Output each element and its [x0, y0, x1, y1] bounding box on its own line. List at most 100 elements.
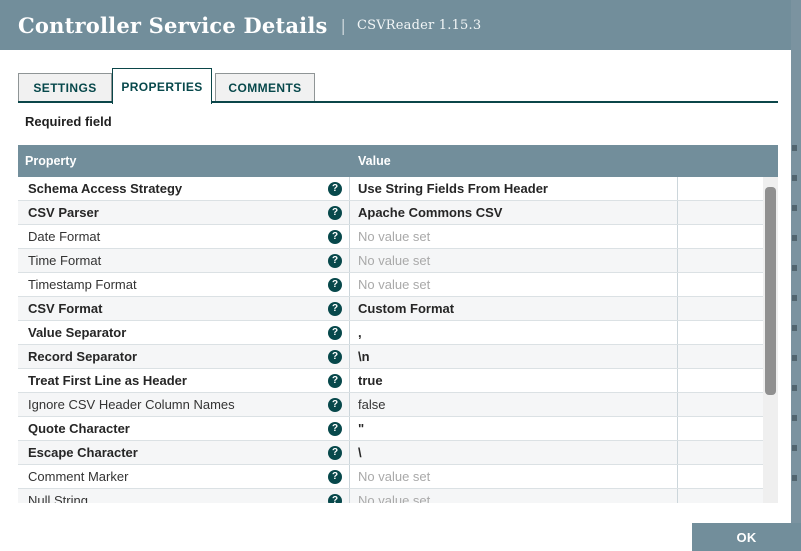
property-value: false [358, 397, 386, 412]
property-cell: Treat First Line as Header ? [18, 369, 350, 392]
tab-properties[interactable]: PROPERTIES [112, 68, 212, 104]
value-cell[interactable]: No value set [350, 465, 678, 488]
extra-cell [678, 225, 763, 248]
scrollbar-thumb[interactable] [765, 187, 776, 395]
property-cell: Ignore CSV Header Column Names ? [18, 393, 350, 416]
controller-service-details-dialog: Controller Service Details | CSVReader 1… [0, 0, 791, 551]
extra-cell [678, 393, 763, 416]
property-value: No value set [358, 229, 431, 244]
value-cell[interactable]: No value set [350, 273, 678, 296]
help-icon[interactable]: ? [328, 253, 342, 268]
dialog-header: Controller Service Details | CSVReader 1… [0, 0, 791, 50]
extra-cell [678, 417, 763, 440]
column-header-value: Value [358, 154, 391, 168]
backdrop-text-fragment [792, 325, 797, 331]
value-cell[interactable]: No value set [350, 489, 678, 503]
property-cell: Null String ? [18, 489, 350, 503]
property-cell: Record Separator ? [18, 345, 350, 368]
extra-cell [678, 465, 763, 488]
table-row[interactable]: Time Format ? No value set [18, 249, 763, 273]
help-icon[interactable]: ? [328, 373, 342, 388]
value-cell[interactable]: Custom Format [350, 297, 678, 320]
help-icon[interactable]: ? [328, 397, 342, 412]
table-row[interactable]: Date Format ? No value set [18, 225, 763, 249]
property-value: No value set [358, 493, 431, 503]
help-icon[interactable]: ? [328, 421, 342, 436]
extra-cell [678, 489, 763, 503]
property-name: CSV Format [28, 301, 103, 316]
extra-cell [678, 201, 763, 224]
help-icon[interactable]: ? [328, 469, 342, 484]
table-row[interactable]: Escape Character ? \ [18, 441, 763, 465]
property-cell: Schema Access Strategy ? [18, 177, 350, 200]
property-value: \n [358, 349, 370, 364]
table-header-row: Property Value [18, 145, 778, 177]
help-icon[interactable]: ? [328, 445, 342, 460]
value-cell[interactable]: No value set [350, 249, 678, 272]
property-name: Timestamp Format [28, 277, 137, 292]
value-cell[interactable]: No value set [350, 225, 678, 248]
property-cell: CSV Format ? [18, 297, 350, 320]
screenshot-root: Controller Service Details | CSVReader 1… [0, 0, 801, 551]
value-cell[interactable]: Apache Commons CSV [350, 201, 678, 224]
column-header-property: Property [25, 154, 77, 168]
dialog-title: Controller Service Details [18, 12, 328, 38]
table-row[interactable]: Value Separator ? , [18, 321, 763, 345]
backdrop-text-fragment [792, 175, 797, 181]
backdrop-text-fragment [792, 355, 797, 361]
help-icon[interactable]: ? [328, 493, 342, 503]
property-name: Escape Character [28, 445, 138, 460]
help-icon[interactable]: ? [328, 349, 342, 364]
help-icon[interactable]: ? [328, 181, 342, 196]
table-row[interactable]: Quote Character ? " [18, 417, 763, 441]
extra-cell [678, 273, 763, 296]
table-row[interactable]: Treat First Line as Header ? true [18, 369, 763, 393]
table-row[interactable]: CSV Format ? Custom Format [18, 297, 763, 321]
property-value: Use String Fields From Header [358, 181, 548, 196]
tab-settings[interactable]: SETTINGS [18, 73, 112, 102]
table-row[interactable]: Ignore CSV Header Column Names ? false [18, 393, 763, 417]
property-cell: Escape Character ? [18, 441, 350, 464]
table-row[interactable]: Null String ? No value set [18, 489, 763, 503]
property-cell: Comment Marker ? [18, 465, 350, 488]
value-cell[interactable]: \ [350, 441, 678, 464]
help-icon[interactable]: ? [328, 229, 342, 244]
backdrop-text-fragment [792, 385, 797, 391]
extra-cell [678, 249, 763, 272]
property-value: \ [358, 445, 362, 460]
property-name: Ignore CSV Header Column Names [28, 397, 235, 412]
table-row[interactable]: Timestamp Format ? No value set [18, 273, 763, 297]
value-cell[interactable]: true [350, 369, 678, 392]
help-icon[interactable]: ? [328, 325, 342, 340]
property-value: No value set [358, 469, 431, 484]
property-name: CSV Parser [28, 205, 99, 220]
help-icon[interactable]: ? [328, 205, 342, 220]
backdrop-text-fragment [792, 145, 797, 151]
ok-button[interactable]: OK [692, 523, 801, 551]
property-value: No value set [358, 277, 431, 292]
help-icon[interactable]: ? [328, 277, 342, 292]
value-cell[interactable]: Use String Fields From Header [350, 177, 678, 200]
table-row[interactable]: CSV Parser ? Apache Commons CSV [18, 201, 763, 225]
dialog-subtitle: CSVReader 1.15.3 [356, 17, 482, 33]
property-name: Schema Access Strategy [28, 181, 183, 196]
backdrop-text-fragment [792, 415, 797, 421]
table-row[interactable]: Schema Access Strategy ? Use String Fiel… [18, 177, 763, 201]
table-row[interactable]: Comment Marker ? No value set [18, 465, 763, 489]
value-cell[interactable]: false [350, 393, 678, 416]
help-icon[interactable]: ? [328, 301, 342, 316]
backdrop-text-fragment [792, 235, 797, 241]
property-name: Treat First Line as Header [28, 373, 187, 388]
table-body: Schema Access Strategy ? Use String Fiel… [18, 177, 763, 503]
value-cell[interactable]: \n [350, 345, 678, 368]
property-value: No value set [358, 253, 431, 268]
property-name: Comment Marker [28, 469, 129, 484]
title-separator: | [340, 15, 346, 35]
extra-cell [678, 321, 763, 344]
table-row[interactable]: Record Separator ? \n [18, 345, 763, 369]
property-name: Quote Character [28, 421, 130, 436]
value-cell[interactable]: " [350, 417, 678, 440]
vertical-scrollbar[interactable] [763, 177, 778, 503]
value-cell[interactable]: , [350, 321, 678, 344]
tab-comments[interactable]: COMMENTS [215, 73, 315, 102]
